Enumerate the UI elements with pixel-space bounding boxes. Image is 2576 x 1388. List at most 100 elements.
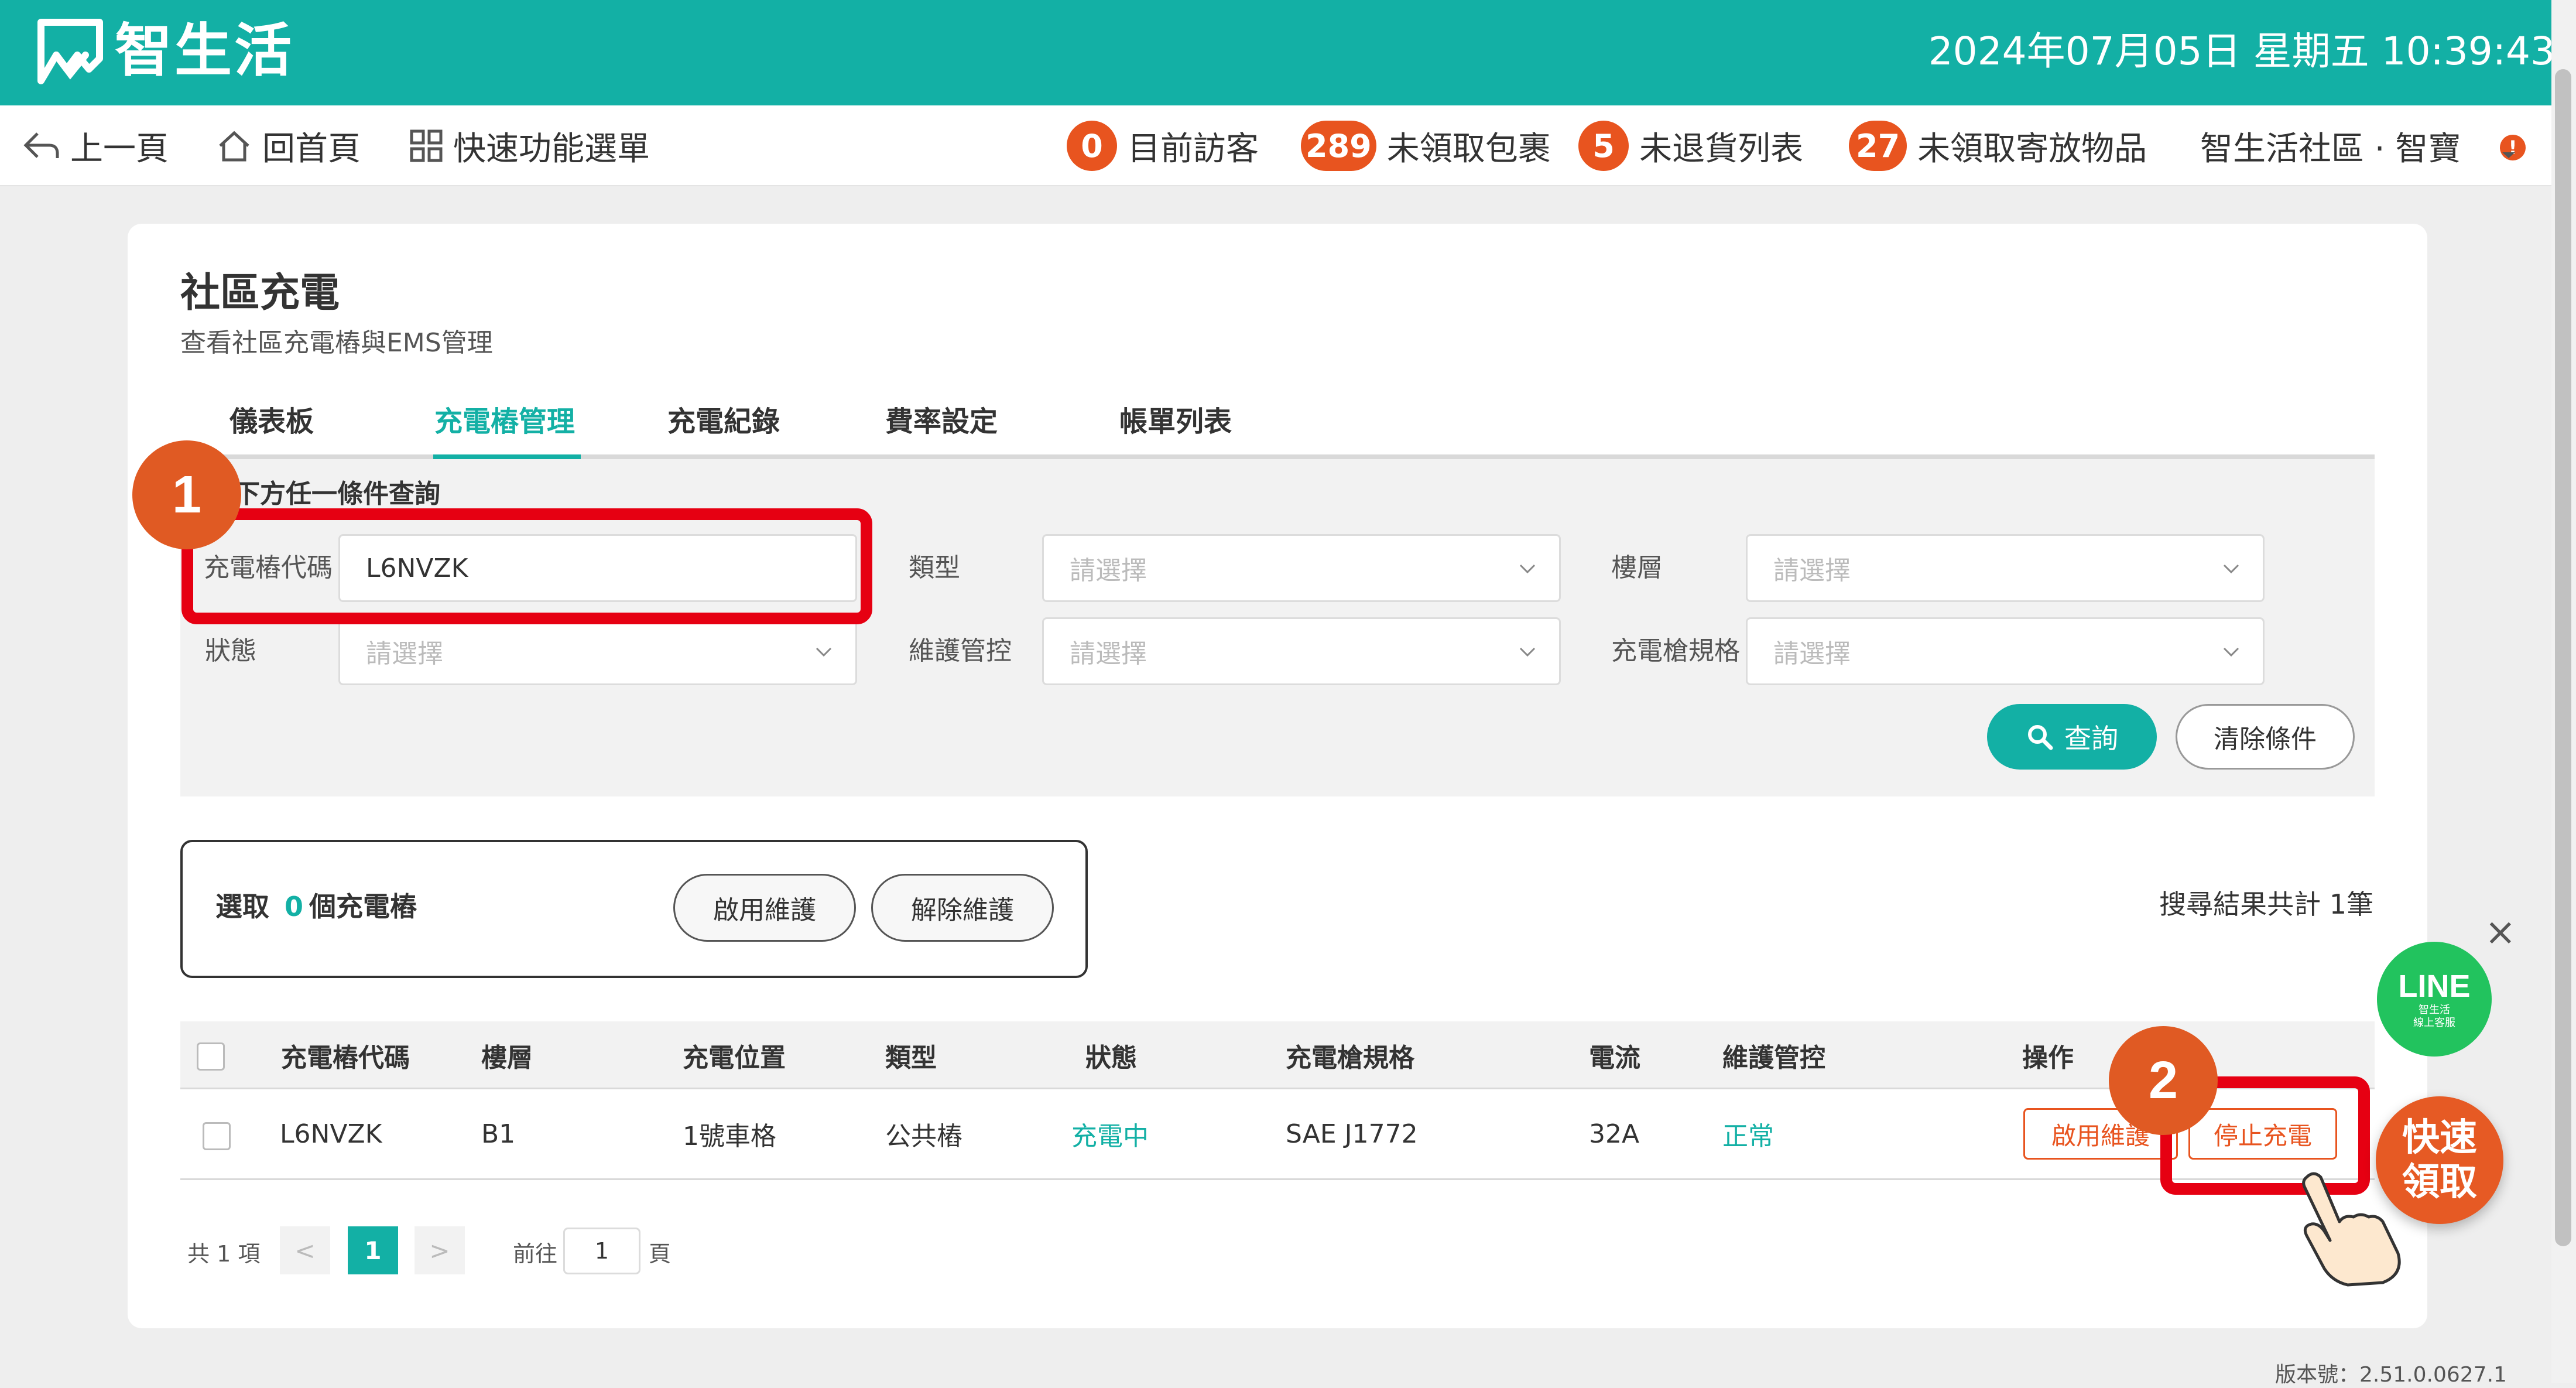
chevron-down-icon <box>1519 564 1536 574</box>
header-maintenance[interactable]: 維護管控 <box>1722 1021 1825 1089</box>
header-location[interactable]: 充電位置 <box>683 1021 786 1089</box>
home-icon <box>219 131 249 162</box>
status-label: 狀態 <box>205 636 256 666</box>
quick-pickup-line-2: 領取 <box>2402 1161 2477 1204</box>
storage-link[interactable]: 27 未領取寄放物品 <box>1849 105 2147 186</box>
type-select[interactable]: 請選擇 <box>1042 534 1561 602</box>
search-button-label: 查詢 <box>2064 723 2118 754</box>
type-placeholder: 請選擇 <box>1070 556 1147 586</box>
row-divider <box>180 1178 2375 1180</box>
header-floor[interactable]: 樓層 <box>481 1021 533 1089</box>
selection-count: 0 <box>285 891 304 922</box>
quick-pickup-button[interactable]: 快速 領取 <box>2376 1096 2503 1224</box>
packages-label: 未領取包裹 <box>1386 129 1551 168</box>
pager-goto-label: 前往 <box>513 1241 558 1267</box>
gun-spec-placeholder: 請選擇 <box>1773 639 1851 669</box>
maintenance-label: 維護管控 <box>909 636 1012 666</box>
selection-suffix: 個充電樁 <box>309 891 417 922</box>
floor-placeholder: 請選擇 <box>1773 556 1851 586</box>
tab-bill-list[interactable]: 帳單列表 <box>1119 398 1232 445</box>
visitors-label: 目前訪客 <box>1128 129 1259 168</box>
quick-menu-button[interactable]: 快速功能選單 <box>410 105 650 186</box>
tab-active-indicator <box>433 454 581 459</box>
enable-maintenance-button[interactable]: 啟用維護 <box>673 874 856 942</box>
chevron-down-icon <box>816 647 832 657</box>
floor-label: 樓層 <box>1611 553 1663 583</box>
row-checkbox[interactable] <box>203 1122 231 1150</box>
maintenance-placeholder: 請選擇 <box>1070 639 1147 669</box>
tab-rate-settings[interactable]: 費率設定 <box>885 398 998 445</box>
pager-page-1[interactable]: 1 <box>348 1226 398 1274</box>
header-datetime: 2024年07月05日 星期五 10:39:43 <box>1928 29 2555 74</box>
logo-text: 智生活 <box>115 18 294 84</box>
header-actions: 操作 <box>2022 1043 2074 1073</box>
status-placeholder: 請選擇 <box>366 639 443 669</box>
header-type[interactable]: 類型 <box>885 1021 937 1089</box>
visitors-link[interactable]: 0 目前訪客 <box>1067 105 1259 186</box>
step-2-marker: 2 <box>2109 1026 2218 1135</box>
logo-icon[interactable] <box>36 18 104 86</box>
cell-floor: B1 <box>481 1119 516 1149</box>
back-label: 上一頁 <box>70 129 169 168</box>
storage-label: 未領取寄放物品 <box>1917 129 2147 168</box>
page-subtitle: 查看社區充電樁與EMS管理 <box>180 328 493 358</box>
status-select[interactable]: 請選擇 <box>338 617 857 685</box>
selection-prefix: 選取 <box>215 891 269 922</box>
line-subtitle-2: 線上客服 <box>2413 1017 2455 1029</box>
tab-dashboard[interactable]: 儀表板 <box>229 398 314 445</box>
grid-icon <box>410 129 443 162</box>
pager-next-button[interactable]: > <box>415 1226 465 1274</box>
step-1-marker: 1 <box>132 440 241 549</box>
header-status[interactable]: 狀態 <box>1085 1021 1137 1089</box>
version-text: 版本號：2.51.0.0627.1 <box>2275 1363 2507 1387</box>
tab-charger-management[interactable]: 充電樁管理 <box>434 398 575 445</box>
chevron-down-icon <box>1519 647 1536 657</box>
pager-prev-button[interactable]: < <box>280 1226 330 1274</box>
header-current[interactable]: 電流 <box>1589 1021 1640 1089</box>
scrollbar-thumb[interactable] <box>2555 69 2571 1246</box>
selection-summary: 選取 0 個充電樁 <box>215 889 417 924</box>
pager-page-unit: 頁 <box>649 1241 672 1267</box>
cell-type: 公共樁 <box>885 1122 962 1151</box>
community-selector[interactable]: 智生活社區 · 智寶 <box>2200 105 2461 186</box>
header-gun-spec[interactable]: 充電槍規格 <box>1286 1021 1414 1089</box>
home-button[interactable]: 回首頁 <box>217 105 361 186</box>
line-support-button[interactable]: LINE 智生活 線上客服 <box>2377 942 2492 1057</box>
quick-menu-label: 快速功能選單 <box>453 129 650 168</box>
disable-maintenance-button[interactable]: 解除維護 <box>871 874 1054 942</box>
back-button[interactable]: 上一頁 <box>23 105 169 186</box>
result-count: 搜尋結果共計 1筆 <box>2159 888 2373 920</box>
cell-gun-spec: SAE J1772 <box>1286 1119 1418 1149</box>
highlight-frame-code <box>181 508 872 624</box>
gun-spec-select[interactable]: 請選擇 <box>1746 617 2265 685</box>
chevron-down-icon <box>2223 647 2239 657</box>
page-title: 社區充電 <box>180 270 340 316</box>
pager-goto-input[interactable]: 1 <box>563 1228 640 1274</box>
nav-bar <box>0 105 2551 186</box>
storage-badge: 27 <box>1849 121 1907 171</box>
quick-pickup-line-1: 快速 <box>2402 1116 2477 1160</box>
select-all-checkbox[interactable] <box>197 1042 225 1071</box>
search-icon <box>2028 725 2053 750</box>
gun-spec-label: 充電槍規格 <box>1611 636 1740 666</box>
tab-charging-records[interactable]: 充電紀錄 <box>667 398 780 445</box>
search-button[interactable]: 查詢 <box>1987 704 2157 770</box>
clear-filter-button[interactable]: 清除條件 <box>2176 704 2355 770</box>
type-label: 類型 <box>909 553 960 583</box>
cell-maintenance: 正常 <box>1722 1122 1774 1151</box>
maintenance-select[interactable]: 請選擇 <box>1042 617 1561 685</box>
returns-link[interactable]: 5 未退貨列表 <box>1578 105 1803 186</box>
cell-location: 1號車格 <box>683 1122 776 1151</box>
cell-charger-code: L6NVZK <box>280 1119 382 1149</box>
close-float-icon[interactable]: × <box>2485 914 2516 951</box>
packages-badge: 289 <box>1301 121 1376 171</box>
cell-status: 充電中 <box>1071 1122 1149 1151</box>
floor-select[interactable]: 請選擇 <box>1746 534 2265 602</box>
filter-hint: 下方任一條件查詢 <box>234 479 440 509</box>
back-icon <box>23 132 59 158</box>
header-charger-code[interactable]: 充電樁代碼 <box>281 1021 410 1089</box>
returns-badge: 5 <box>1578 121 1629 171</box>
visitors-badge: 0 <box>1067 121 1117 171</box>
packages-link[interactable]: 289 未領取包裹 <box>1301 105 1551 186</box>
cell-current: 32A <box>1589 1119 1640 1149</box>
